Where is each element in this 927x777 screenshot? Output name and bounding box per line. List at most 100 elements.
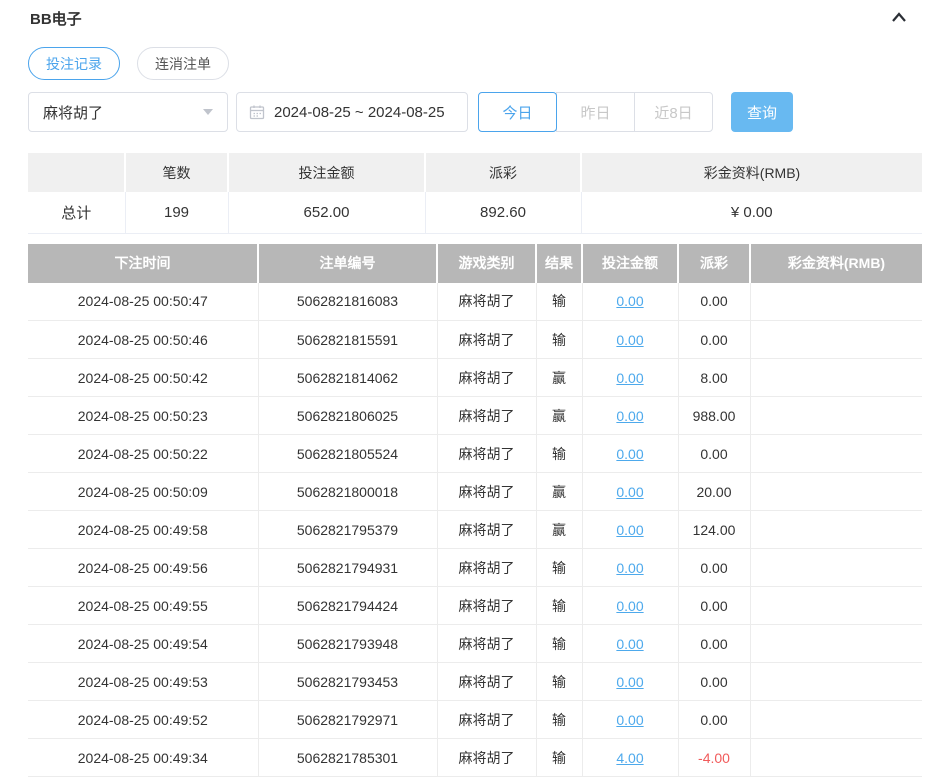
bet-amount-link[interactable]: 0.00 [616, 560, 643, 576]
summary-total-row: 总计 199 652.00 892.60 ¥ 0.00 [28, 192, 922, 233]
cell-payout: 20.00 [678, 473, 750, 511]
cell-payout: 0.00 [678, 663, 750, 701]
records-table: 下注时间 注单编号 游戏类别 结果 投注金额 派彩 彩金资料(RMB) 2024… [28, 244, 922, 777]
bet-amount-link[interactable]: 0.00 [616, 370, 643, 386]
cell-order-no: 5062821806025 [258, 397, 437, 435]
cell-result: 输 [536, 549, 582, 587]
game-select[interactable]: 麻将胡了 [28, 92, 228, 132]
search-button[interactable]: 查询 [731, 92, 793, 132]
cell-result: 赢 [536, 359, 582, 397]
cell-bet-amount: 0.00 [582, 283, 678, 321]
summary-header-bet-amount: 投注金额 [228, 153, 425, 192]
bet-amount-link[interactable]: 0.00 [616, 446, 643, 462]
cell-payout: -4.00 [678, 739, 750, 777]
tab-bet-records[interactable]: 投注记录 [28, 47, 120, 80]
table-row: 2024-08-25 00:49:34 5062821785301 麻将胡了 输… [28, 739, 922, 777]
date-range-input[interactable]: 2024-08-25 ~ 2024-08-25 [236, 92, 468, 132]
cell-bet-time: 2024-08-25 00:49:55 [28, 587, 258, 625]
bet-amount-link[interactable]: 0.00 [616, 484, 643, 500]
cell-bet-amount: 0.00 [582, 549, 678, 587]
cell-bet-time: 2024-08-25 00:50:22 [28, 435, 258, 473]
bet-amount-link[interactable]: 0.00 [616, 674, 643, 690]
cell-bonus [750, 473, 922, 511]
cell-bet-amount: 0.00 [582, 397, 678, 435]
cell-bet-time: 2024-08-25 00:50:47 [28, 283, 258, 321]
cell-bet-amount: 0.00 [582, 701, 678, 739]
cell-bet-time: 2024-08-25 00:49:54 [28, 625, 258, 663]
header-game-type: 游戏类别 [437, 244, 536, 283]
cell-game-type: 麻将胡了 [437, 359, 536, 397]
bet-amount-link[interactable]: 0.00 [616, 332, 643, 348]
summary-header-empty [28, 153, 125, 192]
last-8-days-button[interactable]: 近8日 [634, 92, 713, 132]
cell-game-type: 麻将胡了 [437, 587, 536, 625]
records-tbody: 2024-08-25 00:50:47 5062821816083 麻将胡了 输… [28, 283, 922, 777]
cell-bet-amount: 0.00 [582, 663, 678, 701]
cell-bonus [750, 625, 922, 663]
table-row: 2024-08-25 00:50:47 5062821816083 麻将胡了 输… [28, 283, 922, 321]
tab-cancelled-orders[interactable]: 连消注单 [137, 47, 229, 80]
cell-result: 输 [536, 701, 582, 739]
cell-result: 赢 [536, 397, 582, 435]
summary-total-count: 199 [125, 192, 228, 233]
summary-total-bonus: ¥ 0.00 [581, 192, 922, 233]
records-header-row: 下注时间 注单编号 游戏类别 结果 投注金额 派彩 彩金资料(RMB) [28, 244, 922, 283]
filter-bar: 麻将胡了 2024-08-25 ~ 2024-08-25 今日 昨日 近8日 查… [28, 92, 922, 132]
summary-header-payout: 派彩 [425, 153, 581, 192]
table-row: 2024-08-25 00:49:52 5062821792971 麻将胡了 输… [28, 701, 922, 739]
cell-result: 输 [536, 435, 582, 473]
record-type-tabs: 投注记录 连消注单 [28, 47, 922, 80]
cell-payout: 0.00 [678, 321, 750, 359]
cell-result: 赢 [536, 511, 582, 549]
cell-result: 输 [536, 625, 582, 663]
bet-amount-link[interactable]: 0.00 [616, 522, 643, 538]
table-row: 2024-08-25 00:50:46 5062821815591 麻将胡了 输… [28, 321, 922, 359]
bet-amount-link[interactable]: 0.00 [616, 636, 643, 652]
cell-order-no: 5062821785301 [258, 739, 437, 777]
bet-amount-link[interactable]: 0.00 [616, 408, 643, 424]
cell-order-no: 5062821814062 [258, 359, 437, 397]
today-button[interactable]: 今日 [478, 92, 557, 132]
cell-game-type: 麻将胡了 [437, 435, 536, 473]
summary-header-row: 笔数 投注金额 派彩 彩金资料(RMB) [28, 153, 922, 192]
cell-bet-amount: 0.00 [582, 435, 678, 473]
cell-payout: 0.00 [678, 701, 750, 739]
cell-order-no: 5062821800018 [258, 473, 437, 511]
header-bonus: 彩金资料(RMB) [750, 244, 922, 283]
cell-bonus [750, 511, 922, 549]
bet-amount-link[interactable]: 0.00 [616, 598, 643, 614]
cell-order-no: 5062821792971 [258, 701, 437, 739]
bet-amount-link[interactable]: 0.00 [616, 293, 643, 309]
page-title: BB电子 [30, 8, 82, 29]
table-row: 2024-08-25 00:49:54 5062821793948 麻将胡了 输… [28, 625, 922, 663]
cell-bet-time: 2024-08-25 00:49:52 [28, 701, 258, 739]
table-row: 2024-08-25 00:49:55 5062821794424 麻将胡了 输… [28, 587, 922, 625]
cell-result: 输 [536, 587, 582, 625]
cell-bet-time: 2024-08-25 00:50:42 [28, 359, 258, 397]
cell-payout: 0.00 [678, 587, 750, 625]
panel-header: BB电子 [28, 6, 922, 30]
chevron-down-icon [203, 109, 213, 115]
bet-amount-link[interactable]: 0.00 [616, 712, 643, 728]
bet-amount-link[interactable]: 4.00 [616, 750, 643, 766]
game-select-value: 麻将胡了 [43, 102, 103, 123]
cell-payout: 124.00 [678, 511, 750, 549]
cell-bonus [750, 321, 922, 359]
summary-table: 笔数 投注金额 派彩 彩金资料(RMB) 总计 199 652.00 892.6… [28, 153, 922, 234]
yesterday-button[interactable]: 昨日 [556, 92, 635, 132]
collapse-chevron-up-icon[interactable] [890, 10, 908, 26]
cell-order-no: 5062821794424 [258, 587, 437, 625]
cell-order-no: 5062821805524 [258, 435, 437, 473]
table-row: 2024-08-25 00:50:09 5062821800018 麻将胡了 赢… [28, 473, 922, 511]
cell-bonus [750, 435, 922, 473]
header-bet-time: 下注时间 [28, 244, 258, 283]
cell-order-no: 5062821815591 [258, 321, 437, 359]
cell-bet-time: 2024-08-25 00:50:09 [28, 473, 258, 511]
cell-payout: 0.00 [678, 283, 750, 321]
cell-bonus [750, 283, 922, 321]
table-row: 2024-08-25 00:50:22 5062821805524 麻将胡了 输… [28, 435, 922, 473]
cell-result: 输 [536, 739, 582, 777]
cell-result: 输 [536, 283, 582, 321]
cell-bet-amount: 0.00 [582, 321, 678, 359]
cell-result: 输 [536, 663, 582, 701]
